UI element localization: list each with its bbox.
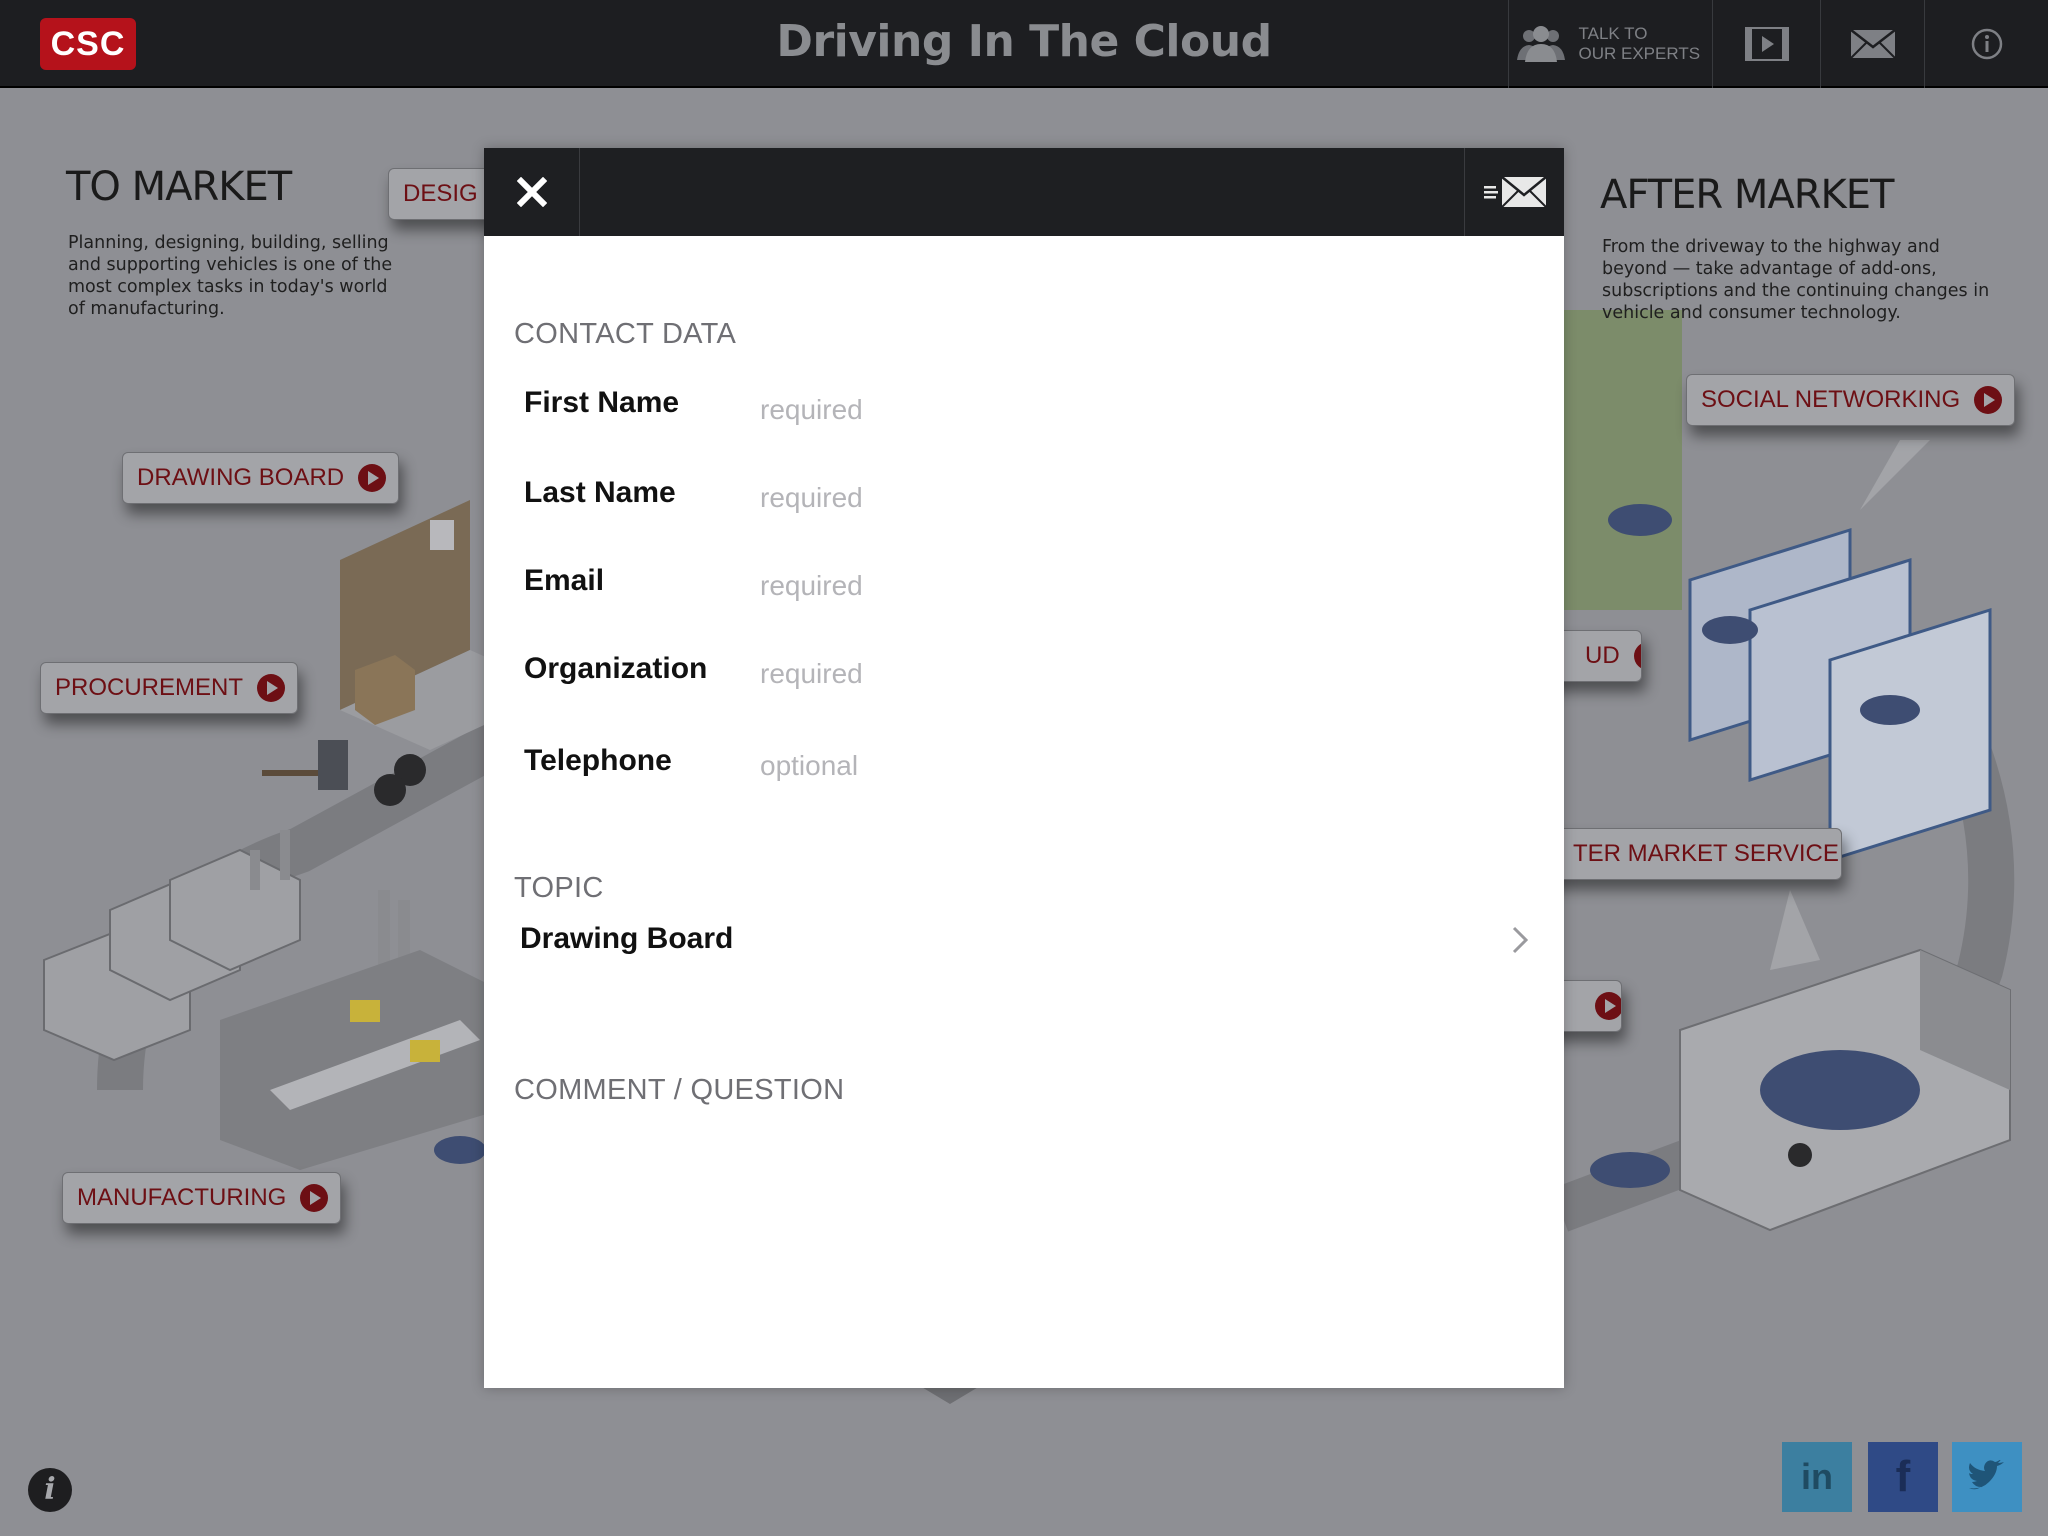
design-pill-label: DESIG (403, 180, 478, 207)
modal-header (484, 148, 1564, 236)
after-market-description: From the driveway to the highway and bey… (1602, 237, 1990, 323)
organization-label: Organization (524, 652, 708, 685)
topic-heading: TOPIC (514, 872, 604, 904)
play-arrow-icon (1633, 642, 1641, 670)
play-arrow-icon (257, 674, 286, 702)
organization-input[interactable] (760, 652, 1520, 696)
facebook-button[interactable]: f (1868, 1442, 1938, 1512)
video-icon (1744, 27, 1789, 61)
play-arrow-icon (358, 464, 387, 492)
comment-question-textarea[interactable] (514, 1128, 1534, 1368)
contact-form-modal: CONTACT DATA First Name Last Name Email … (484, 148, 1564, 1388)
close-icon (516, 177, 547, 207)
chevron-right-icon (1512, 926, 1529, 954)
mail-icon (1849, 29, 1896, 59)
experts-icon (1516, 26, 1565, 62)
email-input[interactable] (760, 564, 1520, 608)
drawing-board-label: DRAWING BOARD (137, 464, 345, 491)
twitter-button[interactable] (1952, 1442, 2022, 1512)
last-name-label: Last Name (524, 476, 676, 509)
contact-data-heading: CONTACT DATA (514, 318, 737, 350)
linkedin-icon: in (1801, 1456, 1833, 1497)
close-button[interactable] (484, 148, 580, 236)
info-bottom-icon[interactable]: i (28, 1468, 72, 1512)
first-name-input[interactable] (760, 388, 1520, 432)
procurement-label: PROCUREMENT (55, 674, 244, 701)
after-market-title: AFTER MARKET (1600, 172, 1894, 218)
talk-to-experts-button[interactable]: TALK TO OUR EXPERTS (1508, 0, 1712, 88)
play-arrow-icon (1974, 386, 2003, 414)
mail-button[interactable] (1820, 0, 1924, 88)
email-label: Email (524, 564, 605, 597)
to-market-description: Planning, designing, building, selling a… (68, 233, 393, 319)
cloud-pill-label: UD (1585, 642, 1620, 669)
info-button[interactable] (1924, 0, 2048, 88)
send-mail-icon (1483, 176, 1547, 208)
play-arrow-icon (1595, 992, 1621, 1020)
manufacturing-pill[interactable]: MANUFACTURING (62, 1172, 342, 1224)
comment-question-heading: COMMENT / QUESTION (514, 1074, 845, 1106)
facebook-icon: f (1895, 1452, 1911, 1501)
topic-value: Drawing Board (520, 922, 734, 955)
experts-label-line1: TALK TO (1578, 24, 1648, 43)
manufacturing-label: MANUFACTURING (77, 1184, 287, 1211)
first-name-label: First Name (524, 386, 680, 419)
social-networking-pill[interactable]: SOCIAL NETWORKING (1686, 374, 2016, 426)
after-market-service-label: TER MARKET SERVICE (1573, 840, 1839, 867)
video-button[interactable] (1712, 0, 1820, 88)
linkedin-button[interactable]: in (1782, 1442, 1852, 1512)
social-networking-label: SOCIAL NETWORKING (1701, 386, 1961, 413)
play-arrow-icon (300, 1184, 329, 1212)
topic-selector[interactable]: Drawing Board (504, 908, 1544, 978)
top-bar: CSC Driving In The Cloud TALK TO OUR EXP… (0, 0, 2048, 88)
last-name-input[interactable] (760, 476, 1520, 520)
info-icon (1971, 28, 2002, 60)
telephone-label: Telephone (524, 744, 672, 777)
experts-label: TALK TO OUR EXPERTS (1579, 24, 1709, 64)
telephone-input[interactable] (760, 744, 1520, 788)
send-button[interactable] (1464, 148, 1564, 236)
twitter-icon (1969, 1460, 2004, 1490)
experts-label-line2: OUR EXPERTS (1578, 44, 1701, 63)
procurement-pill[interactable]: PROCUREMENT (40, 662, 299, 714)
drawing-board-pill[interactable]: DRAWING BOARD (122, 452, 400, 504)
to-market-title: TO MARKET (66, 164, 292, 210)
